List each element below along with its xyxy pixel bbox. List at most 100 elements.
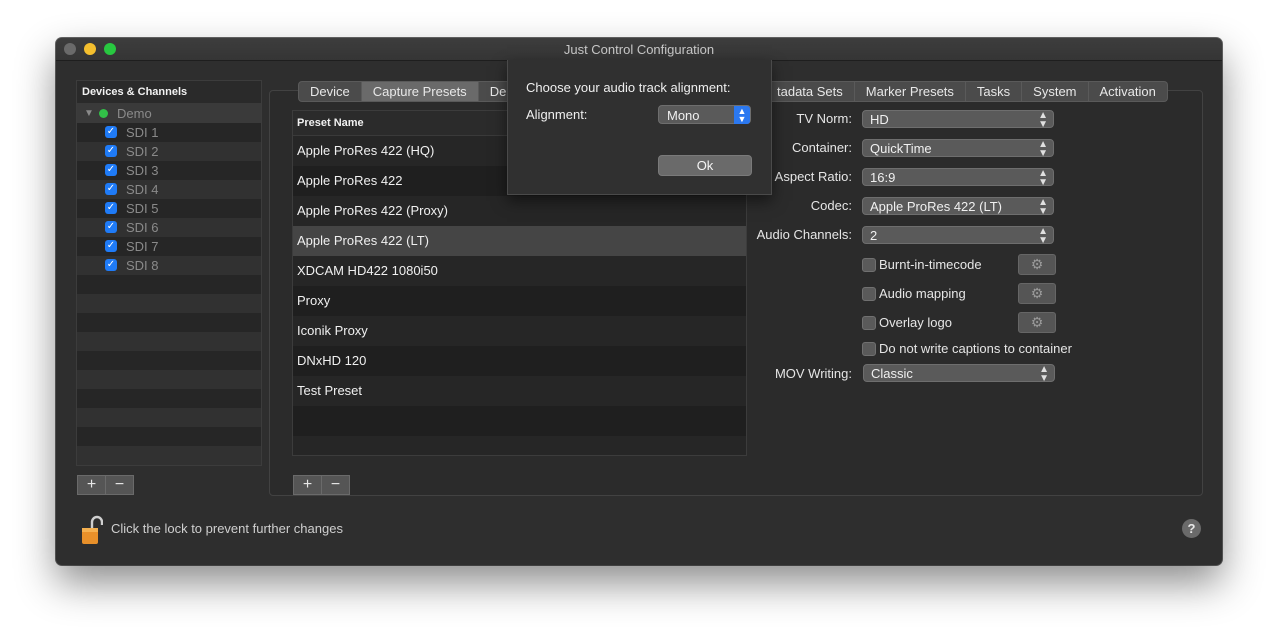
channel-checkbox[interactable]: ✓ xyxy=(105,202,117,214)
remove-preset-button[interactable]: − xyxy=(322,475,350,495)
channel-checkbox[interactable]: ✓ xyxy=(105,259,117,271)
tab-capture-presets[interactable]: Capture Presets xyxy=(361,81,479,102)
empty-row xyxy=(77,427,261,446)
chevron-updown-icon: ▲ ▼ xyxy=(1039,364,1049,384)
tv-norm-value: HD xyxy=(870,112,889,127)
add-preset-button[interactable]: + xyxy=(293,475,322,495)
audio-mapping-settings-gear-icon[interactable]: ⚙ xyxy=(1018,283,1056,304)
devices-header: Devices & Channels xyxy=(77,81,261,104)
channel-checkbox[interactable]: ✓ xyxy=(105,145,117,157)
channel-label: SDI 3 xyxy=(126,163,159,178)
channel-checkbox[interactable]: ✓ xyxy=(105,183,117,195)
tab-device[interactable]: Device xyxy=(298,81,362,102)
channel-row[interactable]: ✓ SDI 4 xyxy=(77,180,261,199)
codec-value: Apple ProRes 422 (LT) xyxy=(870,199,1002,214)
channel-label: SDI 7 xyxy=(126,239,159,254)
preset-row[interactable]: Iconik Proxy xyxy=(293,316,746,346)
channel-checkbox[interactable]: ✓ xyxy=(105,126,117,138)
ok-button[interactable]: Ok xyxy=(658,155,752,176)
channel-row[interactable]: ✓ SDI 6 xyxy=(77,218,261,237)
aspect-ratio-popup[interactable]: 16:9 ▲ ▼ xyxy=(862,168,1054,188)
empty-row xyxy=(77,370,261,389)
chevron-updown-icon: ▲ ▼ xyxy=(1038,110,1048,130)
mov-writing-label: MOV Writing: xyxy=(774,366,852,381)
codec-label: Codec: xyxy=(810,198,852,213)
empty-row xyxy=(293,406,746,436)
channel-checkbox[interactable]: ✓ xyxy=(105,221,117,233)
channel-row[interactable]: ✓ SDI 8 xyxy=(77,256,261,275)
burnt-in-timecode-settings-gear-icon[interactable]: ⚙ xyxy=(1018,254,1056,275)
channel-label: SDI 8 xyxy=(126,258,159,273)
preset-buttons: + − xyxy=(293,475,350,495)
channel-row[interactable]: ✓ SDI 2 xyxy=(77,142,261,161)
container-value: QuickTime xyxy=(870,141,932,156)
chevron-updown-icon: ▲ ▼ xyxy=(1038,226,1048,246)
disclosure-triangle-icon[interactable]: ▼ xyxy=(84,104,94,123)
empty-row xyxy=(77,294,261,313)
remove-device-button[interactable]: − xyxy=(106,475,134,495)
tab-activation[interactable]: Activation xyxy=(1088,81,1168,102)
mov-writing-value: Classic xyxy=(871,366,913,381)
aspect-ratio-value: 16:9 xyxy=(870,170,896,185)
empty-row xyxy=(77,408,261,427)
channel-checkbox[interactable]: ✓ xyxy=(105,240,117,252)
channel-row[interactable]: ✓ SDI 3 xyxy=(77,161,261,180)
empty-row xyxy=(77,313,261,332)
help-button[interactable]: ? xyxy=(1182,519,1201,538)
preset-row[interactable]: Proxy xyxy=(293,286,746,316)
empty-row xyxy=(77,351,261,370)
preset-row[interactable]: DNxHD 120 xyxy=(293,346,746,376)
channel-checkbox[interactable]: ✓ xyxy=(105,164,117,176)
tab-bar-right: tadata Sets Marker Presets Tasks System … xyxy=(766,81,1168,102)
mov-writing-popup[interactable]: Classic ▲ ▼ xyxy=(863,364,1055,384)
channel-label: SDI 6 xyxy=(126,220,159,235)
tab-bar-left: Device Capture Presets De xyxy=(298,81,519,102)
audio-channels-popup[interactable]: 2 ▲ ▼ xyxy=(862,226,1054,246)
device-demo-row[interactable]: ▼ Demo xyxy=(77,104,261,123)
tab-marker-presets[interactable]: Marker Presets xyxy=(854,81,966,102)
overlay-logo-label: Overlay logo xyxy=(879,315,952,330)
burnt-in-timecode-checkbox[interactable] xyxy=(862,258,876,272)
title-bar: Just Control Configuration xyxy=(56,38,1222,61)
no-captions-label: Do not write captions to container xyxy=(879,341,1072,356)
alignment-value: Mono xyxy=(667,108,700,123)
sheet-message: Choose your audio track alignment: xyxy=(526,80,731,95)
codec-popup[interactable]: Apple ProRes 422 (LT) ▲ ▼ xyxy=(862,197,1054,217)
chevron-updown-icon: ▲ ▼ xyxy=(1038,139,1048,159)
preset-row-selected[interactable]: Apple ProRes 422 (LT) xyxy=(293,226,746,256)
channel-row[interactable]: ✓ SDI 7 xyxy=(77,237,261,256)
container-popup[interactable]: QuickTime ▲ ▼ xyxy=(862,139,1054,159)
channel-row[interactable]: ✓ SDI 1 xyxy=(77,123,261,142)
tv-norm-popup[interactable]: HD ▲ ▼ xyxy=(862,110,1054,130)
window-title: Just Control Configuration xyxy=(563,42,715,57)
unlocked-padlock-icon[interactable] xyxy=(81,515,103,545)
audio-channels-value: 2 xyxy=(870,228,878,243)
audio-alignment-sheet: Choose your audio track alignment: Align… xyxy=(507,60,772,195)
tab-tasks[interactable]: Tasks xyxy=(965,81,1023,102)
preset-row[interactable]: Test Preset xyxy=(293,376,746,406)
channel-label: SDI 1 xyxy=(126,125,159,140)
empty-row xyxy=(77,389,261,408)
device-label: Demo xyxy=(117,106,152,121)
app-window: Just Control Configuration Devices & Cha… xyxy=(56,38,1222,565)
device-buttons: + − xyxy=(77,475,134,495)
no-captions-checkbox[interactable] xyxy=(862,342,876,356)
overlay-logo-settings-gear-icon[interactable]: ⚙ xyxy=(1018,312,1056,333)
channel-label: SDI 2 xyxy=(126,144,159,159)
add-device-button[interactable]: + xyxy=(77,475,106,495)
preset-row[interactable]: XDCAM HD422 1080i50 xyxy=(293,256,746,286)
audio-mapping-label: Audio mapping xyxy=(879,286,966,301)
chevron-updown-icon: ▲ ▼ xyxy=(1038,168,1048,188)
tab-system[interactable]: System xyxy=(1022,81,1089,102)
preset-row[interactable]: Apple ProRes 422 (Proxy) xyxy=(293,196,746,226)
channel-row[interactable]: ✓ SDI 5 xyxy=(77,199,261,218)
audio-channels-label: Audio Channels: xyxy=(756,227,852,242)
chevron-updown-icon: ▲ ▼ xyxy=(734,106,750,124)
alignment-popup[interactable]: Mono ▲ ▼ xyxy=(658,105,751,124)
audio-mapping-checkbox[interactable] xyxy=(862,287,876,301)
burnt-in-timecode-label: Burnt-in-timecode xyxy=(879,257,982,272)
tab-metadata-sets[interactable]: tadata Sets xyxy=(766,81,855,102)
chevron-updown-icon: ▲ ▼ xyxy=(1038,197,1048,217)
overlay-logo-checkbox[interactable] xyxy=(862,316,876,330)
channel-label: SDI 4 xyxy=(126,182,159,197)
